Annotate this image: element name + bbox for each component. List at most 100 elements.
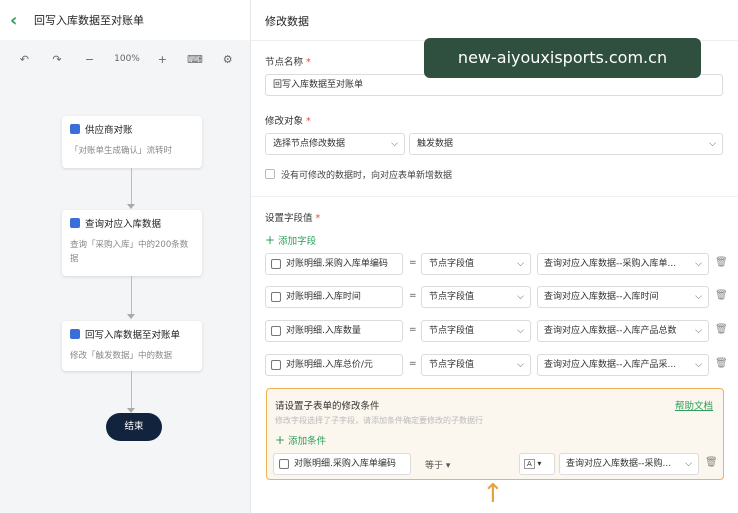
type-value: 节点字段值 [429,360,475,370]
undo-icon[interactable]: ↶ [14,53,35,66]
node-title: 供应商对账 [85,125,133,136]
value-select[interactable]: 查询对应入库数据--入库时间 ⌵ [537,286,709,308]
gear-icon[interactable]: ⚙ [217,53,238,66]
type-value: 节点字段值 [429,292,475,302]
field-row: 对账明细.入库数量 = 节点字段值 ⌵ 查询对应入库数据--入库产品总数 ⌵ 🗑 [265,320,728,342]
value-text: 查询对应入库数据--采购... [566,459,672,469]
value-type-select[interactable]: 节点字段值 ⌵ [421,354,531,376]
target-source-select[interactable]: 选择节点修改数据 ⌵ [265,133,405,155]
field-row: 对账明细.采购入库单编码 = 节点字段值 ⌵ 查询对应入库数据--采购入库单...… [265,253,728,275]
required-mark: * [315,213,321,224]
node-desc: 修改「触发数据」中的数据 [70,351,173,361]
field-name: 对账明细.采购入库单编码 [294,459,396,469]
chevron-down-icon: ⌵ [685,459,692,469]
trash-icon[interactable]: 🗑 [715,257,728,268]
set-values-label: 设置字段值 * [265,210,320,224]
canvas-toolbar: ↶ ↷ − 100% + ⌨ ⚙ [0,44,250,74]
field-row: 对账明细.入库总价/元 = 节点字段值 ⌵ 查询对应入库数据--入库产品采... ⌵… [265,354,728,376]
operator-select[interactable]: 等于 ▾ [425,458,450,471]
value-select[interactable]: 查询对应入库数据--采购入库单... ⌵ [537,253,709,275]
chevron-left-icon[interactable]: ‹ [10,10,28,31]
value-type-select[interactable]: 节点字段值 ⌵ [421,286,531,308]
value-text: 查询对应入库数据--采购入库单... [544,259,677,269]
value-type-select[interactable]: 节点字段值 ⌵ [421,253,531,275]
type-value: 节点字段值 [429,259,475,269]
flow-title: 回写入库数据至对账单 [34,14,144,27]
node-desc: 「对账单生成确认」流转时 [70,146,173,156]
node-title: 查询对应入库数据 [85,219,162,230]
chevron-down-icon: ⌵ [517,326,524,336]
condition-value-select[interactable]: 查询对应入库数据--采购... ⌵ [559,453,699,475]
flow-node-query[interactable]: 查询对应入库数据 查询「采购入库」中的200条数据 [62,210,202,276]
field-select[interactable]: 对账明细.采购入库单编码 [265,253,403,275]
node-name-label: 节点名称 * [265,54,311,68]
value-text: 查询对应入库数据--入库产品总数 [544,326,677,336]
trash-icon[interactable]: 🗑 [715,358,728,369]
chevron-down-icon: ⌵ [391,139,398,149]
required-mark: * [306,57,311,68]
condition-hint: 修改字段选择了子字段，请添加条件确定要修改的子数据行 [275,416,483,425]
chevron-down-icon: ⌵ [517,360,524,370]
add-new-checkbox[interactable] [265,169,275,179]
value-type-select[interactable]: 节点字段值 ⌵ [421,320,531,342]
divider [251,196,738,197]
add-condition-button[interactable]: + 添加条件 [275,433,326,447]
field-select[interactable]: 对账明细.入库总价/元 [265,354,403,376]
condition-field-select[interactable]: 对账明细.采购入库单编码 [273,453,411,475]
date-field-icon [271,292,281,302]
caret-down-icon: ▾ [537,459,542,468]
chevron-down-icon: ⌵ [695,292,702,302]
field-name: 对账明细.入库总价/元 [286,360,373,370]
add-field-button[interactable]: + 添加字段 [265,233,316,247]
chevron-down-icon: ⌵ [517,259,524,269]
trash-icon[interactable]: 🗑 [715,290,728,301]
panel-title: 修改数据 [265,15,309,28]
field-row: 对账明细.入库时间 = 节点字段值 ⌵ 查询对应入库数据--入库时间 ⌵ 🗑 [265,286,728,308]
add-field-label: 添加字段 [278,236,317,247]
connector-line [131,168,132,204]
zoom-level: 100% [114,54,140,64]
add-condition-label: 添加条件 [288,436,327,447]
caret-down-icon: ▾ [445,461,451,471]
condition-title: 请设置子表单的修改条件 [275,401,380,412]
field-select[interactable]: 对账明细.入库时间 [265,286,403,308]
number-field-icon [271,360,281,370]
equals-sign: = [409,258,417,268]
add-new-checkbox-label: 没有可修改的数据时，向对应表单新增数据 [281,171,453,181]
watermark-banner: new-aiyouxisports.com.cn [424,38,701,78]
node-desc: 查询「采购入库」中的200条数据 [70,240,189,264]
value-select[interactable]: 查询对应入库数据--入库产品总数 ⌵ [537,320,709,342]
target-data-select[interactable]: 触发数据 ⌵ [409,133,723,155]
chevron-down-icon: ⌵ [695,259,702,269]
connector-line [131,276,132,314]
value-text: 查询对应入库数据--入库时间 [544,292,659,302]
redo-icon[interactable]: ↷ [47,53,68,66]
zoom-in-icon[interactable]: + [152,53,173,66]
equals-sign: = [409,291,417,301]
field-name: 对账明细.入库数量 [286,326,361,336]
keyboard-icon[interactable]: ⌨ [185,53,206,66]
flow-header: ‹ 回写入库数据至对账单 [0,0,250,40]
help-doc-link[interactable]: 帮助文档 [675,398,713,412]
plus-icon: + [275,433,286,447]
trash-icon[interactable]: 🗑 [705,457,718,468]
trash-icon[interactable]: 🗑 [715,324,728,335]
text-field-icon [279,459,289,469]
form-icon [70,124,80,134]
mode-value: A [524,459,535,469]
field-name: 对账明细.入库时间 [286,292,361,302]
flow-node-update[interactable]: 回写入库数据至对账单 修改「触发数据」中的数据 [62,321,202,371]
field-select[interactable]: 对账明细.入库数量 [265,320,403,342]
connector-arrow [127,314,135,319]
chevron-down-icon: ⌵ [695,326,702,336]
chevron-down-icon: ⌵ [709,139,716,149]
zoom-out-icon[interactable]: − [79,53,100,66]
flow-node-trigger[interactable]: 供应商对账 「对账单生成确认」流转时 [62,116,202,168]
workflow-canvas: ‹ 回写入库数据至对账单 ↶ ↷ − 100% + ⌨ ⚙ 供应商对账 「对账单… [0,0,250,513]
value-mode-select[interactable]: A ▾ [519,453,555,475]
flow-end-node[interactable]: 结束 [106,413,162,441]
value-select[interactable]: 查询对应入库数据--入库产品采... ⌵ [537,354,709,376]
target-label: 修改对象 * [265,113,311,127]
chevron-down-icon: ⌵ [695,360,702,370]
label-text: 修改对象 [265,116,304,127]
